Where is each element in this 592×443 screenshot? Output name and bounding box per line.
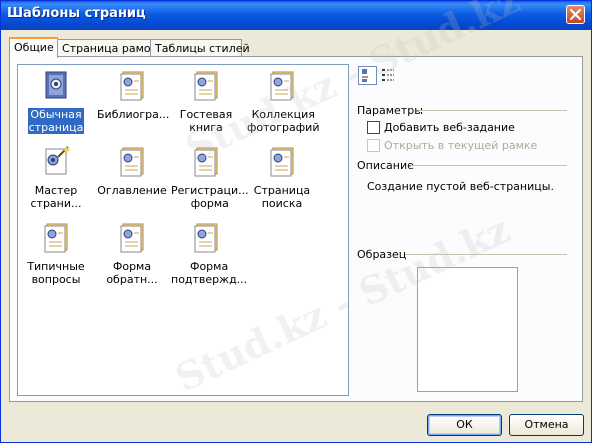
page-templates-dialog: Шаблоны страниц Общие Страница рамок Таб… — [0, 0, 592, 443]
large-icons-view-button[interactable] — [358, 66, 377, 85]
tab-general[interactable]: Общие — [9, 37, 58, 58]
template-label: Страница поиска — [253, 184, 311, 210]
wizard-icon — [45, 146, 71, 175]
template-item-faq[interactable]: Типичные вопросы — [20, 221, 92, 286]
template-item-guestbook[interactable]: Гостевая книга — [170, 69, 242, 134]
page-icon — [270, 71, 294, 101]
template-item-registration-form[interactable]: Регистраци... форма — [170, 145, 249, 210]
title-bar[interactable]: Шаблоны страниц — [1, 1, 591, 30]
large-icons-view-icon — [362, 69, 368, 82]
template-item-confirmation-form[interactable]: Форма подтвержд... — [170, 221, 247, 286]
template-label: Коллекция фотографий — [247, 108, 320, 134]
page-icon — [120, 71, 144, 101]
template-label: Типичные вопросы — [27, 260, 85, 286]
template-label: Оглавление — [97, 184, 167, 197]
template-item-normal-page[interactable]: Обычная страница — [20, 69, 92, 134]
template-item-bibliography[interactable]: Библиогра... — [96, 69, 170, 121]
page-icon — [194, 223, 218, 253]
template-label: Гостевая книга — [179, 108, 233, 134]
tab-frames-page[interactable]: Страница рамок — [57, 39, 157, 57]
add-web-task-checkbox[interactable] — [367, 121, 380, 134]
cancel-button[interactable]: Отмена — [509, 414, 584, 436]
template-label: Мастер страни... — [30, 184, 82, 210]
description-text: Создание пустой веб-страницы. — [367, 180, 554, 193]
template-item-page-wizard[interactable]: Мастер страни... — [20, 145, 92, 210]
window-title: Шаблоны страниц — [7, 6, 146, 21]
template-item-search-page[interactable]: Страница поиска — [246, 145, 318, 210]
template-label: Форма обратн... — [106, 260, 158, 286]
open-in-current-frame-checkbox[interactable] — [367, 139, 380, 152]
close-button[interactable] — [566, 5, 585, 24]
add-web-task-label: Добавить веб-задание — [384, 121, 515, 134]
preview-heading: Образец — [357, 248, 407, 261]
open-in-current-frame-label: Открыть в текущей рамке — [384, 139, 538, 152]
page-icon — [120, 147, 144, 177]
options-heading: Параметры — [357, 104, 423, 117]
divider — [405, 254, 567, 256]
ok-button[interactable]: ОК — [427, 414, 502, 436]
preview-box — [417, 267, 518, 392]
blank-page-icon — [45, 71, 67, 99]
template-list[interactable]: Обычная страница Библиогра... Гостевая к… — [17, 64, 349, 396]
template-label: Форма подтвержд... — [171, 260, 248, 286]
description-heading: Описание — [357, 159, 414, 172]
page-icon — [44, 223, 68, 253]
page-icon — [194, 147, 218, 177]
template-item-photo-gallery[interactable]: Коллекция фотографий — [246, 69, 320, 134]
template-item-table-of-contents[interactable]: Оглавление — [96, 145, 168, 197]
page-icon — [120, 223, 144, 253]
details-view-button[interactable] — [380, 66, 399, 85]
template-label: Обычная страница — [27, 108, 85, 134]
template-label: Регистраци... форма — [171, 184, 249, 210]
template-item-feedback-form[interactable]: Форма обратн... — [96, 221, 168, 286]
close-icon — [570, 9, 581, 20]
template-label: Библиогра... — [97, 108, 170, 121]
list-view-icon — [382, 69, 394, 81]
divider — [419, 110, 567, 112]
tab-style-sheets[interactable]: Таблицы стилей — [150, 39, 250, 57]
page-icon — [194, 71, 218, 101]
page-icon — [270, 147, 294, 177]
divider — [411, 165, 567, 167]
